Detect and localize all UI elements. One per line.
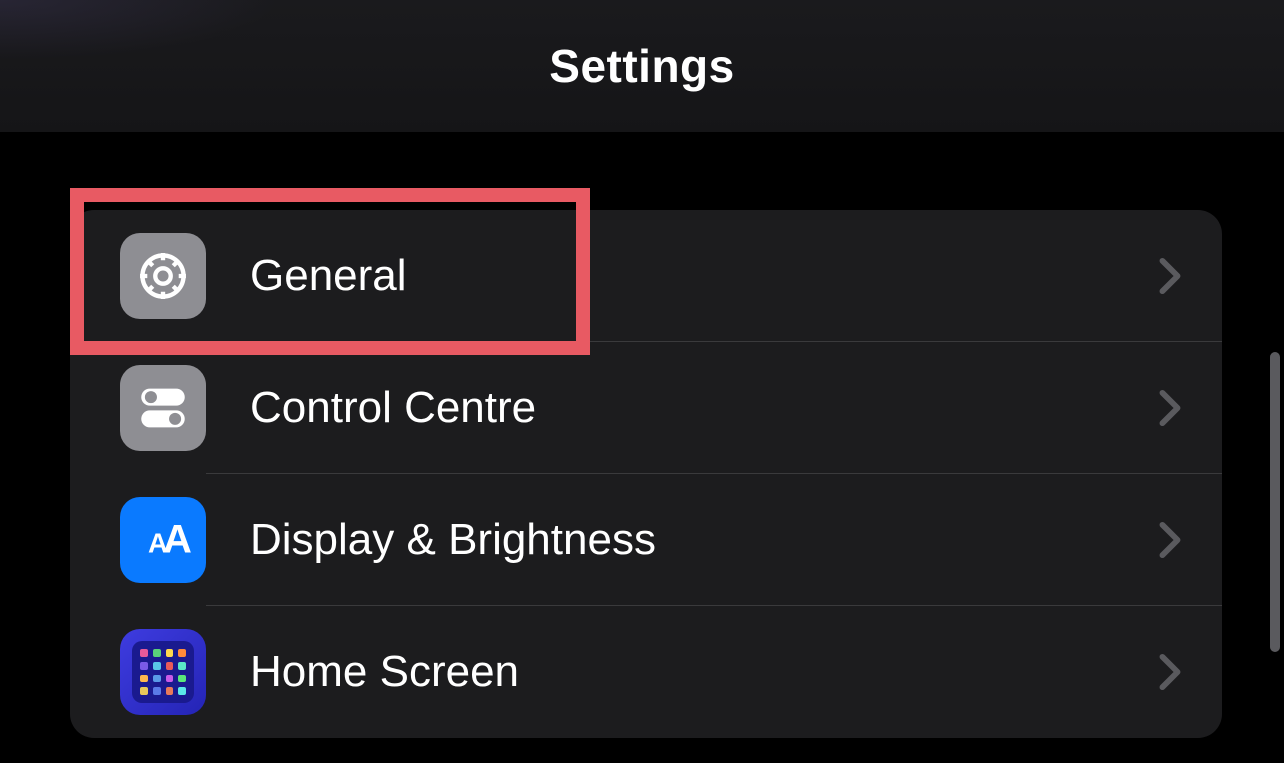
- settings-item-display-brightness[interactable]: A A Display & Brightness: [70, 474, 1222, 606]
- settings-content: General Control Centre: [0, 132, 1284, 738]
- scrollbar[interactable]: [1270, 352, 1280, 652]
- chevron-right-icon: [1158, 521, 1182, 559]
- page-title: Settings: [549, 39, 734, 93]
- settings-list: General Control Centre: [70, 210, 1222, 738]
- item-label: Display & Brightness: [250, 515, 656, 565]
- chevron-right-icon: [1158, 389, 1182, 427]
- settings-item-control-centre[interactable]: Control Centre: [70, 342, 1222, 474]
- app-grid-icon: [120, 629, 206, 715]
- chevron-right-icon: [1158, 653, 1182, 691]
- item-label: Home Screen: [250, 647, 519, 697]
- settings-item-general[interactable]: General: [70, 210, 1222, 342]
- settings-item-home-screen[interactable]: Home Screen: [70, 606, 1222, 738]
- text-size-icon: A A: [120, 497, 206, 583]
- toggles-icon: [120, 365, 206, 451]
- chevron-right-icon: [1158, 257, 1182, 295]
- item-label: General: [250, 251, 407, 301]
- gear-icon: [120, 233, 206, 319]
- item-label: Control Centre: [250, 383, 536, 433]
- settings-header: Settings: [0, 0, 1284, 132]
- svg-text:A: A: [163, 518, 192, 562]
